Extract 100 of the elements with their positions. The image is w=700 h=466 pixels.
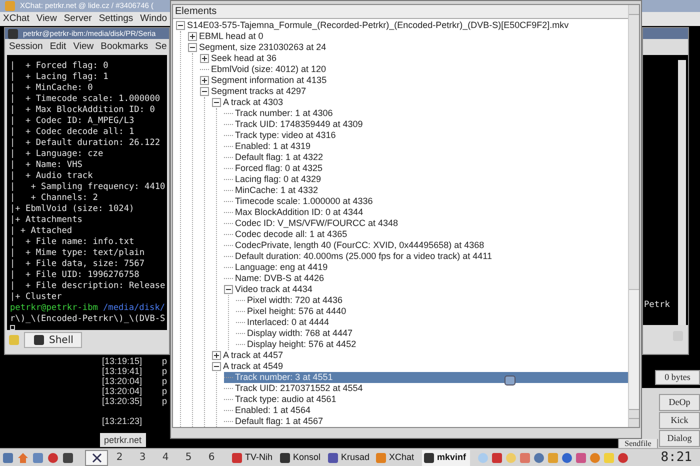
tray-icon[interactable]	[491, 452, 503, 464]
tree-item[interactable]: A track at 4457	[223, 350, 284, 362]
tree-item[interactable]: Segment, size 231030263 at 24	[199, 42, 326, 54]
tree-item[interactable]: EBML head at 0	[199, 31, 264, 42]
tree-item[interactable]: Interlaced: 0 at 4444	[247, 317, 330, 328]
tree-item[interactable]: Seek head at 36	[211, 53, 277, 64]
chat-timestamp: [13:19:41]	[102, 366, 144, 376]
expand-icon[interactable]	[188, 32, 197, 42]
tree-item[interactable]: Default duration: 40.000ms (25.000 fps for a video track) at 4411	[235, 251, 492, 262]
tree-item[interactable]: EbmlVoid (size: 4012) at 120	[211, 64, 326, 76]
desktop-switcher[interactable]: 5	[177, 450, 200, 466]
tree-item[interactable]: Track UID: 2170371552 at 4554	[235, 383, 363, 394]
menu-item[interactable]: Windo	[140, 12, 168, 26]
prompt-path: /media/disk/	[102, 303, 166, 314]
terminal-line: | + Audio track	[10, 171, 94, 182]
terminal-line: |+ EbmlVoid (size: 1024)	[10, 204, 136, 215]
terminal-icon[interactable]	[33, 334, 45, 346]
action-button[interactable]: Dialog	[659, 430, 700, 447]
tree-item[interactable]: Segment tracks at 4297	[211, 86, 306, 98]
terminal-line: | + Name: VHS	[10, 160, 84, 171]
terminal-icon[interactable]	[7, 28, 19, 40]
tree-item[interactable]: Pixel width: 720 at 4436	[247, 295, 343, 306]
chat-timestamp: [13:20:35]	[102, 396, 144, 406]
collapse-icon[interactable]	[176, 21, 185, 30]
desktop-switcher[interactable]	[85, 450, 108, 466]
app-icon[interactable]	[279, 452, 291, 464]
launcher-icon[interactable]	[47, 452, 59, 464]
prompt-user: petrkr@petrkr-ibm	[10, 303, 98, 314]
terminal-tab[interactable]: Shell	[24, 332, 82, 348]
tree-item[interactable]: Max BlockAddition ID: 0 at 4344	[235, 207, 364, 218]
tree-item[interactable]: Lacing flag: 0 at 4329	[235, 174, 322, 186]
tray-icon[interactable]	[589, 452, 601, 464]
sendfile-button[interactable]: Sendfile	[618, 439, 658, 448]
menu-item[interactable]: Session	[9, 40, 43, 54]
app-icon[interactable]	[423, 452, 435, 464]
collapse-icon[interactable]	[200, 87, 209, 96]
menu-item[interactable]: Server	[64, 12, 92, 26]
tree-item[interactable]: Track type: audio at 4561	[235, 394, 336, 406]
menu-item[interactable]: XChat	[3, 12, 30, 26]
menu-item[interactable]: Se	[155, 40, 167, 54]
desktop-switcher[interactable]: 3	[131, 450, 154, 466]
menu-item[interactable]: View	[73, 40, 94, 54]
tree-item[interactable]: Enabled: 1 at 4564	[235, 405, 311, 416]
launcher-icon[interactable]	[62, 452, 74, 464]
tree-item[interactable]: S14E03-575-Tajemna_Formule_(Recorded-Petrkr)_(Encoded-Petrkr)_(DVB-S)[E50CF9F2].mkv	[187, 20, 569, 32]
desktop-switcher[interactable]: 6	[200, 450, 223, 466]
collapse-icon[interactable]	[212, 362, 221, 372]
tray-icon[interactable]	[561, 452, 573, 464]
tree-item[interactable]: Default flag: 1 at 4322	[235, 152, 324, 164]
server-tab[interactable]: petrkr.net	[100, 433, 146, 447]
action-button[interactable]: DeOp	[659, 394, 700, 411]
tree-item[interactable]: Codec decode all: 1 at 4365	[235, 229, 348, 240]
tree-item[interactable]: Name: DVB-S at 4426	[235, 273, 324, 284]
tray-icon[interactable]	[519, 452, 531, 464]
tree-item[interactable]: Pixel height: 576 at 4440	[247, 306, 346, 318]
desktop-switcher[interactable]: 4	[154, 450, 177, 466]
task-button[interactable]: Konsol	[278, 450, 326, 466]
tree-item[interactable]: Segment information at 4135	[211, 75, 327, 86]
menu-item[interactable]: Edit	[50, 40, 66, 54]
tree-item[interactable]: A track at 4549	[223, 361, 284, 372]
collapse-icon[interactable]	[224, 285, 233, 294]
tree-item[interactable]: Display height: 576 at 4452	[247, 339, 356, 350]
desktop-switcher[interactable]: 2	[108, 450, 131, 466]
menu-item[interactable]: Bookmarks	[100, 40, 148, 54]
column-header[interactable]: Elements	[173, 5, 628, 20]
task-button[interactable]: Krusad	[326, 450, 374, 466]
tree-item[interactable]: CodecPrivate, length 40 (FourCC: XVID, 0x44495658) at 4368	[235, 240, 484, 252]
terminal-line: | + Timecode scale: 1.000000	[10, 94, 162, 105]
tree-item[interactable]: Display width: 768 at 4447	[247, 328, 353, 340]
expand-icon[interactable]	[212, 351, 221, 360]
launcher-icon[interactable]	[2, 452, 14, 464]
terminal-line: | + Default duration: 26.122	[10, 138, 162, 149]
scrollbar[interactable]	[628, 5, 639, 428]
scrollbar[interactable]	[678, 60, 686, 325]
tree-item[interactable]: Track UID: 1748359449 at 4309	[235, 119, 363, 130]
tree-item[interactable]: Track type: video at 4316	[235, 130, 336, 142]
collapse-icon[interactable]	[212, 98, 221, 108]
tree-item[interactable]: Video track at 4434	[235, 284, 312, 296]
home-icon[interactable]	[17, 452, 29, 464]
tree-item[interactable]: Track number: 1 at 4306	[235, 108, 333, 120]
tree-item[interactable]: Timecode scale: 1.000000 at 4336	[235, 196, 373, 208]
menu-item[interactable]: Settings	[98, 12, 134, 26]
tree-item[interactable]: Default flag: 1 at 4567	[235, 416, 324, 428]
tree-item[interactable]: Enabled: 1 at 4319	[235, 141, 311, 152]
action-button[interactable]: Kick	[659, 412, 700, 429]
task-button[interactable]: TV-Nih	[230, 450, 278, 466]
tree-item[interactable]: Language: eng at 4419	[235, 262, 328, 274]
task-button[interactable]: XChat	[374, 450, 422, 466]
task-button[interactable]: mkvinf	[422, 450, 470, 466]
tray-icon[interactable]	[533, 452, 545, 464]
collapse-icon[interactable]	[188, 43, 197, 52]
tree-item[interactable]: Forced flag: 0 at 4325	[235, 163, 323, 174]
tree-item[interactable]: A track at 4303	[223, 97, 284, 108]
expand-icon[interactable]	[200, 54, 209, 64]
tray-icon[interactable]	[617, 452, 629, 464]
menu-item[interactable]: View	[36, 12, 57, 26]
tray-icon[interactable]	[575, 452, 587, 464]
expand-icon[interactable]	[200, 76, 209, 86]
tree-item[interactable]: Codec ID: V_MS/VFW/FOURCC at 4348	[235, 218, 398, 230]
tree-item[interactable]: MinCache: 1 at 4332	[235, 185, 318, 196]
